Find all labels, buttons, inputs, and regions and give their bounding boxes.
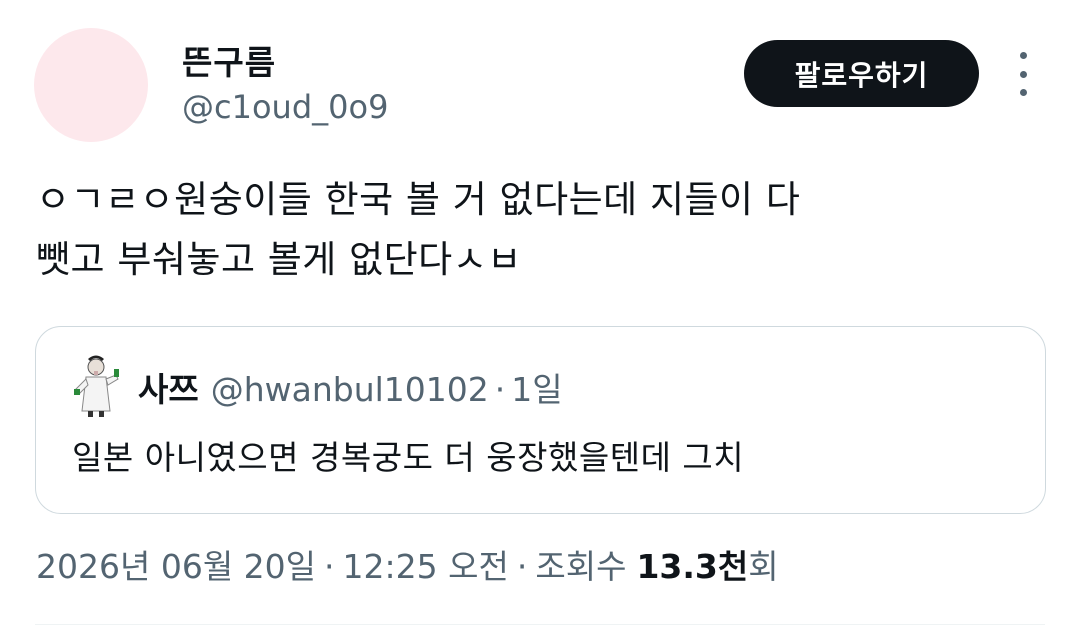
tweet-line: 뺏고 부숴놓고 볼게 없단다ㅅㅂ — [36, 238, 522, 281]
views-suffix: 회 — [748, 547, 779, 586]
views-count: 13.3천 — [636, 547, 749, 586]
quote-handle[interactable]: @hwanbul10102 — [211, 370, 489, 409]
tweet-meta: 2026년 06월 20일 · 12:25 오전 · 조회수 13.3천 회 — [36, 540, 779, 588]
follow-button[interactable]: 팔로우하기 — [744, 40, 979, 107]
tweet-text: ㅇㄱㄹㅇ원숭이들 한국 볼 거 없다는데 지들이 다 뺏고 부숴놓고 볼게 없단… — [36, 170, 1046, 290]
quote-author-avatar[interactable] — [72, 355, 120, 417]
dot — [1019, 70, 1027, 78]
divider — [35, 624, 1045, 625]
dot — [1019, 52, 1027, 59]
separator-dot: · — [516, 547, 528, 586]
quote-text: 일본 아니였으면 경복궁도 더 웅장했을텐데 그치 — [72, 438, 745, 477]
quote-display-name[interactable]: 사쯔 — [138, 363, 199, 411]
author-avatar[interactable] — [34, 28, 148, 142]
separator-dot: · — [494, 370, 506, 409]
views-label: 조회수 — [535, 547, 627, 586]
separator-dot: · — [324, 547, 335, 586]
dot — [1019, 89, 1027, 96]
more-vertical-icon[interactable] — [1008, 52, 1038, 96]
quote-timestamp[interactable]: 1일 — [511, 363, 562, 411]
author-handle[interactable]: @c1oud_0o9 — [182, 88, 388, 126]
author-display-name[interactable]: 뜬구름 — [182, 36, 276, 84]
tweet-time[interactable]: 12:25 오전 — [343, 540, 509, 588]
tweet-line: ㅇㄱㄹㅇ원숭이들 한국 볼 거 없다는데 지들이 다 — [36, 178, 801, 221]
tweet-date[interactable]: 2026년 06월 20일 — [36, 540, 316, 588]
quote-header: 사쯔 @hwanbul10102 · 1일 — [138, 363, 563, 411]
quote-tweet-card[interactable]: 사쯔 @hwanbul10102 · 1일 일본 아니였으면 경복궁도 더 웅장… — [35, 326, 1046, 514]
